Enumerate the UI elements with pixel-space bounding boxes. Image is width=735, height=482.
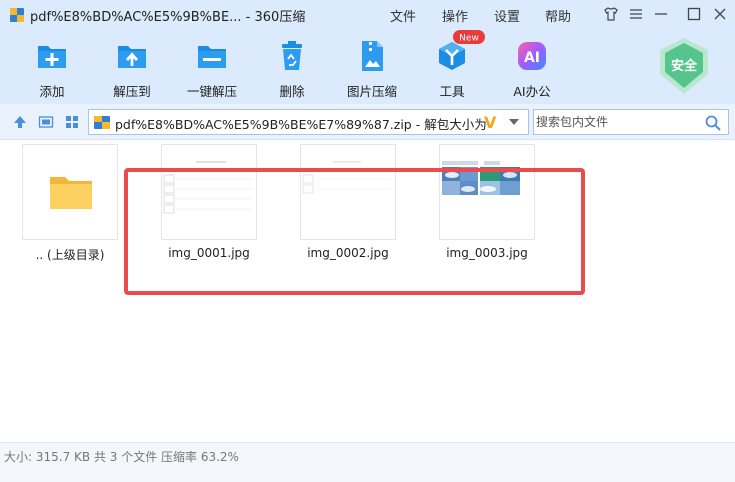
image-compress-icon (362, 41, 383, 71)
image-compress-button[interactable]: 图片压缩 (335, 38, 409, 99)
delete-label: 删除 (279, 84, 305, 99)
maximize-icon[interactable] (685, 5, 703, 23)
zip-file-icon (94, 116, 110, 129)
one-click-extract-button[interactable]: 一键解压 (175, 38, 249, 99)
delete-button[interactable]: 删除 (255, 38, 329, 99)
menu-operate[interactable]: 操作 (442, 6, 468, 25)
add-label: 添加 (39, 84, 65, 99)
menu-help[interactable]: 帮助 (545, 6, 571, 25)
minimize-icon[interactable] (652, 5, 670, 23)
tools-label: 工具 (439, 84, 465, 99)
search-input[interactable] (536, 112, 701, 132)
new-badge: New (453, 30, 485, 44)
status-bar: 大小: 315.7 KB 共 3 个文件 压缩率 63.2% (0, 442, 735, 482)
ai-office-icon: AI (518, 42, 546, 70)
one-click-extract-icon (198, 46, 226, 68)
extract-to-button[interactable]: 解压到 (95, 38, 169, 99)
folder-icon (50, 177, 92, 209)
svg-text:AI: AI (524, 50, 540, 66)
address-bar: pdf%E8%BD%AC%E5%9B%BE%E7%89%87.zip - 解包大… (0, 104, 735, 140)
detail-view-icon[interactable] (38, 114, 54, 130)
svg-text:New: New (459, 34, 479, 44)
vip-v-icon: V (484, 113, 497, 132)
ai-office-label: AI办公 (513, 84, 551, 99)
safe-shield-icon[interactable]: 安全 (656, 36, 712, 96)
file-list-area: .. (上级目录) img_0001.jpg img_0002.jpg img_… (0, 140, 735, 442)
file-name: .. (上级目录) (35, 248, 105, 262)
menu-lines-icon[interactable] (627, 5, 645, 23)
menu-file[interactable]: 文件 (390, 6, 416, 25)
thumbnail-view-icon[interactable] (64, 114, 80, 130)
header: pdf%E8%BD%AC%E5%9B%BE... - 360压缩 文件 操作 设… (0, 0, 735, 104)
search-icon[interactable] (704, 114, 722, 132)
parent-folder-thumb (22, 144, 118, 240)
tools-button[interactable]: New 工具 (415, 30, 489, 99)
path-field[interactable]: pdf%E8%BD%AC%E5%9B%BE%E7%89%87.zip - 解包大… (88, 109, 529, 135)
one-click-extract-label: 一键解压 (186, 84, 237, 99)
up-arrow-icon[interactable] (12, 114, 28, 130)
app-logo-icon (10, 8, 24, 22)
highlight-annotation-box (124, 168, 585, 295)
status-text: 大小: 315.7 KB 共 3 个文件 压缩率 63.2% (4, 450, 239, 464)
extract-to-icon (118, 46, 146, 68)
add-button[interactable]: 添加 (15, 38, 89, 99)
file-item-parent[interactable]: .. (上级目录) (22, 144, 118, 268)
add-folder-icon (38, 46, 66, 68)
extract-to-label: 解压到 (113, 84, 151, 99)
search-field[interactable] (533, 109, 729, 135)
ai-office-button[interactable]: AI AI办公 (495, 38, 569, 99)
image-compress-label: 图片压缩 (346, 84, 397, 99)
svg-text:安全: 安全 (671, 58, 698, 74)
window-title: pdf%E8%BD%AC%E5%9B%BE... - 360压缩 (30, 10, 306, 25)
close-icon[interactable] (711, 5, 729, 23)
path-dropdown-icon[interactable] (509, 119, 519, 125)
skin-shirt-icon[interactable] (602, 5, 620, 23)
path-text: pdf%E8%BD%AC%E5%9B%BE%E7%89%87.zip - 解包大… (115, 117, 487, 132)
recycle-bin-icon (282, 41, 302, 70)
menu-settings[interactable]: 设置 (494, 6, 520, 25)
